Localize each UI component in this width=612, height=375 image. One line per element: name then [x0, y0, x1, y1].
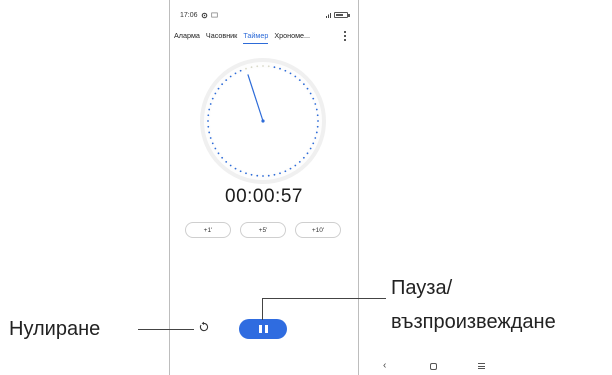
gear-icon: [201, 12, 207, 18]
progress-dot: [209, 137, 212, 139]
progress-dot: [294, 75, 297, 78]
progress-dot: [279, 172, 281, 175]
progress-dot: [316, 125, 319, 128]
progress-dot: [239, 69, 242, 72]
progress-dot: [245, 172, 247, 175]
progress-dot: [315, 108, 318, 111]
back-icon[interactable]: ‹: [383, 360, 386, 372]
progress-dot: [208, 131, 211, 134]
progress-dot: [316, 114, 319, 117]
progress-dot: [312, 97, 315, 100]
progress-dot: [284, 170, 287, 173]
progress-dot: [207, 125, 210, 128]
navigation-bar: ‹: [339, 360, 529, 374]
dial-center: [261, 119, 265, 123]
progress-dot: [306, 87, 309, 90]
progress-dot: [267, 174, 270, 177]
progress-dot: [314, 103, 317, 105]
progress-dot: [302, 83, 305, 86]
status-time: 17:06: [180, 11, 198, 19]
progress-dot: [211, 142, 214, 145]
progress-dot: [298, 160, 301, 163]
progress-dot: [234, 167, 237, 170]
progress-dot: [250, 66, 253, 69]
pause-callout-label-line2: възпроизвеждане: [391, 311, 556, 333]
progress-dot: [229, 164, 232, 167]
progress-dot: [279, 67, 281, 70]
progress-dot: [289, 72, 292, 75]
pause-callout-line-horizontal: [262, 298, 386, 299]
progress-dot: [221, 156, 224, 159]
tab-clock[interactable]: Часовник: [206, 31, 237, 43]
progress-dot: [302, 156, 305, 159]
tab-timer[interactable]: Таймер: [243, 31, 269, 44]
progress-dot: [262, 65, 264, 67]
recents-icon[interactable]: [478, 363, 485, 369]
reset-icon[interactable]: [198, 321, 210, 333]
progress-dot: [309, 92, 312, 95]
progress-dot: [298, 79, 301, 82]
progress-dot: [315, 131, 318, 134]
pause-button[interactable]: [239, 319, 287, 339]
pause-icon: [258, 325, 262, 333]
timer-dial: [200, 58, 326, 184]
add-1-minute-button[interactable]: +1': [185, 222, 231, 238]
kebab-menu-icon[interactable]: [342, 31, 348, 41]
progress-dot: [256, 174, 259, 177]
progress-dot: [214, 147, 217, 150]
tab-stopwatch[interactable]: Хрономе...: [274, 31, 310, 43]
progress-dot: [211, 97, 214, 100]
progress-dot: [209, 103, 212, 105]
progress-dot: [207, 120, 209, 122]
add-time-buttons: +1' +5' +10': [185, 222, 341, 238]
progress-dot: [245, 67, 247, 70]
reset-callout-line: [138, 329, 194, 330]
progress-dot: [317, 120, 319, 122]
progress-dot: [312, 142, 315, 145]
pause-callout-label-line1: Пауза/: [391, 277, 453, 299]
progress-dot: [229, 75, 232, 78]
timer-display: 00:00:57: [225, 186, 303, 207]
progress-dot: [225, 160, 228, 163]
add-10-minutes-button[interactable]: +10': [295, 222, 341, 238]
progress-dot: [284, 69, 287, 72]
progress-dot: [267, 65, 270, 68]
progress-dot: [273, 66, 276, 69]
progress-dot: [239, 170, 242, 173]
progress-dot: [314, 137, 317, 139]
progress-dot: [262, 175, 264, 177]
signal-icon: [326, 13, 331, 18]
progress-dot: [289, 167, 292, 170]
battery-icon: [334, 12, 350, 18]
progress-dot: [273, 173, 276, 176]
reset-callout-label: Нулиране: [9, 318, 101, 340]
progress-dot: [234, 72, 237, 75]
status-bar: 17:06: [180, 10, 350, 20]
progress-dot: [250, 173, 253, 176]
progress-dot: [214, 92, 217, 95]
progress-dot: [217, 87, 220, 90]
progress-dot: [225, 79, 228, 82]
notification-icon: [210, 12, 218, 18]
progress-dot: [207, 114, 210, 117]
progress-dot: [221, 83, 224, 86]
progress-dot: [217, 152, 220, 155]
add-5-minutes-button[interactable]: +5': [240, 222, 286, 238]
progress-dot: [294, 164, 297, 167]
progress-dot: [309, 147, 312, 150]
tab-alarm[interactable]: Аларма: [174, 31, 200, 43]
progress-dot: [306, 152, 309, 155]
home-icon[interactable]: [430, 363, 437, 370]
progress-dot: [208, 108, 211, 111]
progress-dot: [256, 65, 259, 68]
tab-bar: Аларма Часовник Таймер Хрономе...: [174, 30, 354, 44]
pause-callout-line-vertical: [262, 298, 263, 320]
